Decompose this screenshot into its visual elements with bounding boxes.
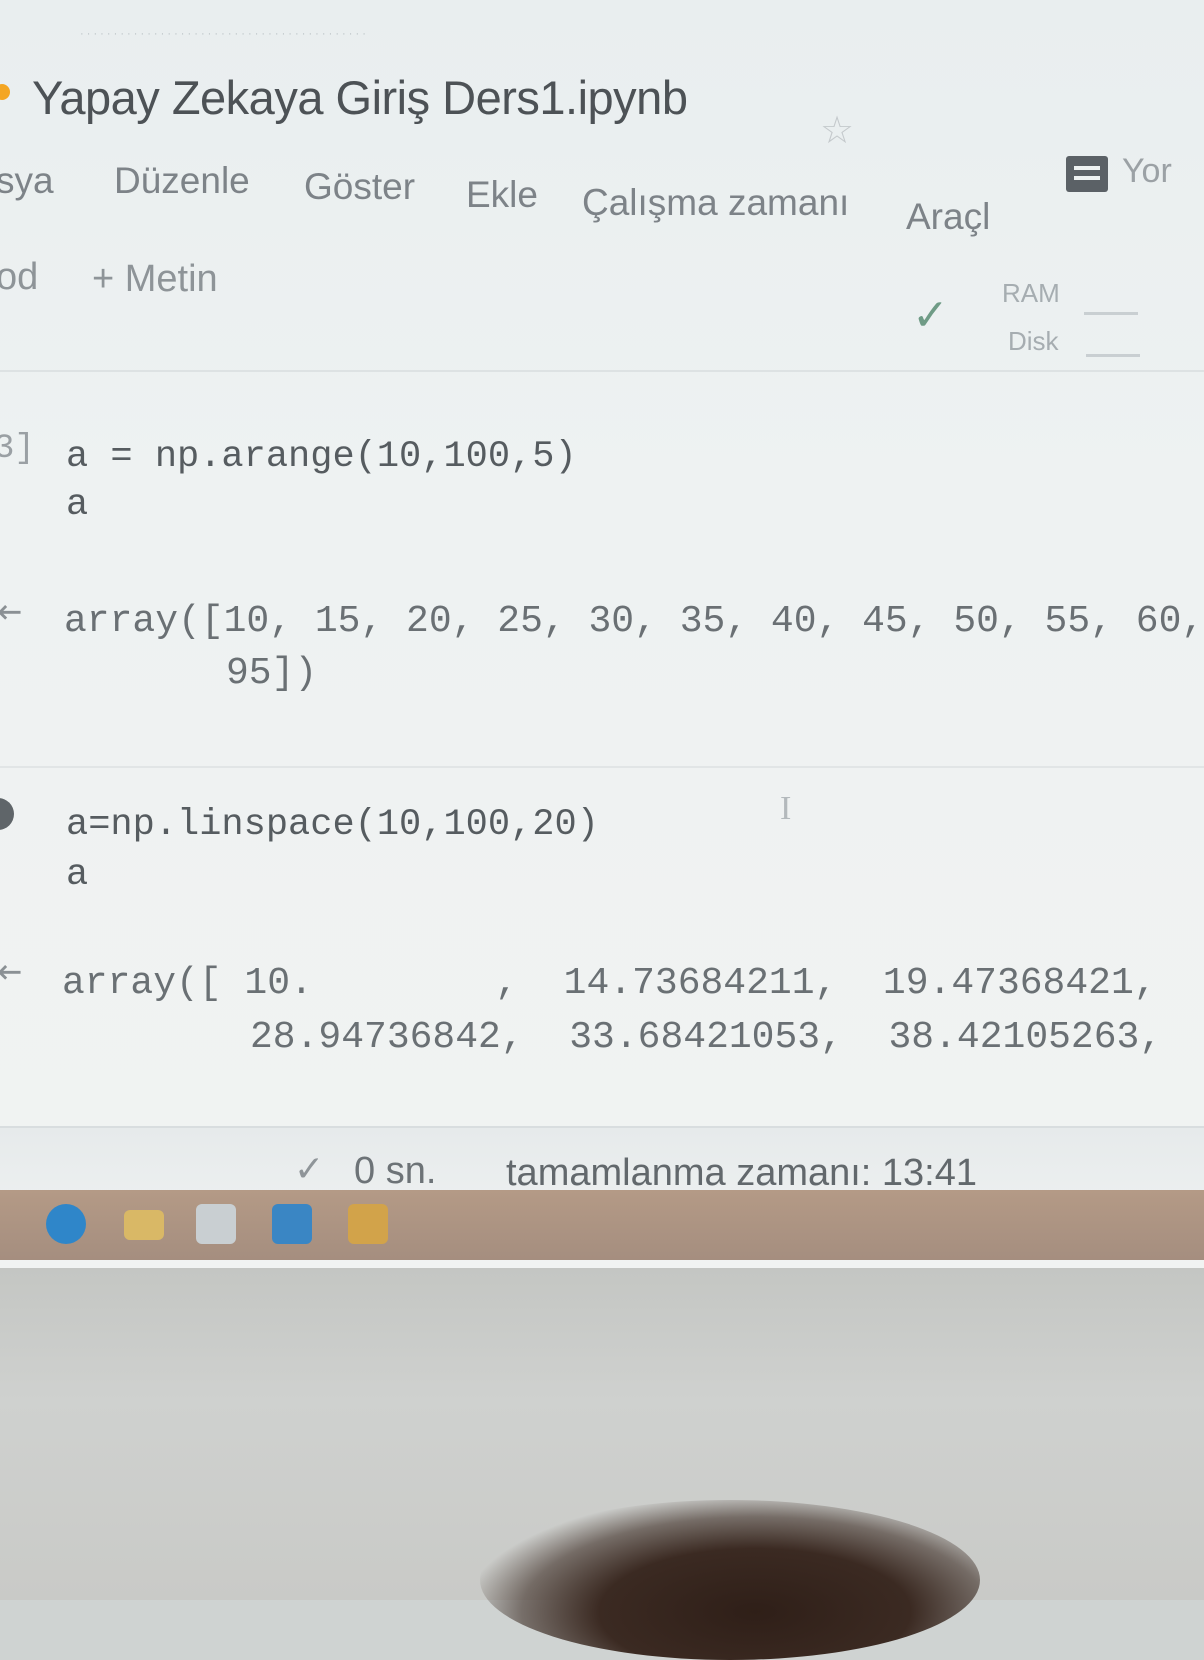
browser-screen: · · · · · · · · · · · · · · · · · · · · … — [0, 0, 1204, 1268]
cell-divider — [0, 766, 1204, 768]
connected-check-icon: ✓ — [912, 291, 949, 340]
completion-time: tamamlanma zamanı: 13:41 — [506, 1152, 978, 1194]
edge-icon[interactable] — [46, 1204, 86, 1244]
output-toggle-icon[interactable]: ⇤ — [0, 592, 23, 632]
code-line[interactable]: a=np.linspace(10,100,20) — [66, 804, 599, 846]
add-text-button[interactable]: + Metin — [92, 258, 218, 301]
colab-logo-icon — [0, 84, 10, 100]
menu-bar: sya Düzenle Göster Ekle Çalışma zamanı A… — [0, 160, 1020, 237]
code-line[interactable]: a — [66, 484, 88, 526]
text-cursor-icon: I — [780, 790, 792, 827]
comments-button[interactable]: Yor — [1066, 152, 1204, 200]
execution-duration: 0 sn. — [354, 1150, 437, 1192]
address-bar-url[interactable]: · · · · · · · · · · · · · · · · · · · · … — [80, 28, 900, 44]
code-line[interactable]: a — [66, 854, 88, 896]
code-cell[interactable]: 3] a = np.arange(10,100,5) a ⇤ array([10… — [0, 424, 1204, 724]
star-icon[interactable]: ☆ — [820, 108, 854, 153]
windows-taskbar — [0, 1190, 1204, 1260]
code-line[interactable]: a = np.arange(10,100,5) — [66, 436, 577, 478]
output-line: array([10, 15, 20, 25, 30, 35, 40, 45, 5… — [64, 600, 1204, 643]
store-icon[interactable] — [196, 1204, 236, 1244]
output-line: 28.94736842, 33.68421053, 38.42105263, — [250, 1016, 1163, 1059]
comments-label: Yor — [1122, 152, 1172, 190]
output-line: array([ 10. , 14.73684211, 19.47368421, — [62, 962, 1157, 1005]
ram-label[interactable]: RAM — [1002, 278, 1060, 309]
ram-usage-bar — [1084, 312, 1138, 315]
chrome-icon[interactable] — [348, 1204, 388, 1244]
run-cell-button[interactable] — [0, 798, 14, 830]
menu-tools[interactable]: Araçl — [906, 196, 990, 238]
notebook-toolbar: od + Metin ✓ RAM Disk — [0, 256, 1204, 357]
output-line: 95]) — [226, 652, 318, 695]
execution-count: 3] — [0, 430, 35, 468]
menu-edit[interactable]: Düzenle — [114, 160, 250, 202]
add-code-button[interactable]: od — [0, 256, 38, 299]
menu-file[interactable]: sya — [0, 160, 54, 202]
disk-usage-bar — [1086, 354, 1140, 357]
menu-view[interactable]: Göster — [304, 166, 415, 208]
notebook-title[interactable]: Yapay Zekaya Giriş Ders1.ipynb — [32, 70, 688, 125]
disk-label[interactable]: Disk — [1008, 326, 1059, 357]
menu-runtime[interactable]: Çalışma zamanı — [582, 182, 849, 224]
foreground-head — [480, 1500, 980, 1660]
code-cell[interactable]: a=np.linspace(10,100,20) a ⇤ array([ 10.… — [0, 792, 1204, 1102]
comment-icon — [1066, 156, 1108, 192]
file-explorer-icon[interactable] — [124, 1210, 164, 1240]
menu-insert[interactable]: Ekle — [466, 174, 538, 216]
status-check-icon: ✓ — [294, 1148, 325, 1189]
mail-icon[interactable] — [272, 1204, 312, 1244]
toolbar-divider — [0, 370, 1204, 372]
output-toggle-icon[interactable]: ⇤ — [0, 952, 23, 992]
